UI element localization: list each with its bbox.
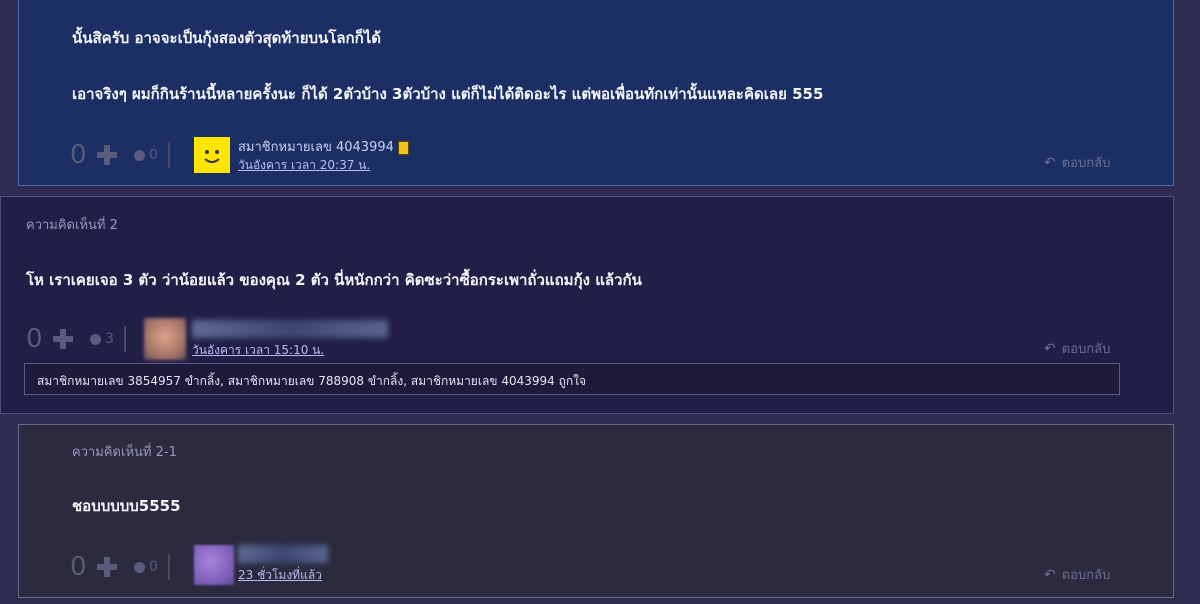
comment-2-1-panel	[18, 424, 1174, 598]
comment-number[interactable]: ความคิดเห็นที่ 2-1	[72, 441, 177, 462]
comment-date[interactable]: วันอังคาร เวลา 15:10 น.	[192, 341, 324, 360]
comment-number[interactable]: ความคิดเห็นที่ 2	[26, 214, 118, 235]
reply-arrow-icon: ↶	[1044, 566, 1056, 583]
reply-arrow-icon: ↶	[1044, 340, 1056, 357]
comment-date[interactable]: วันอังคาร เวลา 20:37 น.	[238, 156, 370, 175]
comment-2-1-text: ชอบบบบบ5555	[72, 497, 181, 515]
plus-icon[interactable]	[96, 144, 118, 166]
reply-label[interactable]: ตอบกลับ	[1062, 564, 1111, 585]
vote-area-2: 0 3	[26, 324, 126, 354]
reply-button[interactable]: ↶ ตอบกลับ	[1044, 338, 1110, 359]
avatar[interactable]	[144, 318, 186, 360]
reply-button[interactable]: ↶ ตอบกลับ	[1044, 564, 1110, 585]
author-name-text[interactable]: สมาชิกหมายเลข 4043994	[238, 140, 394, 155]
divider	[167, 142, 170, 168]
emotion-button[interactable]: 0	[134, 147, 158, 163]
blurred-author-name[interactable]	[238, 545, 328, 563]
divider	[123, 326, 126, 352]
divider	[167, 554, 170, 580]
emotion-count: 0	[149, 559, 158, 575]
avatar[interactable]	[194, 545, 234, 585]
comment-2-text: โห เราเคยเจอ 3 ตัว ว่าน้อยแล้ว ของคุณ 2 …	[26, 271, 642, 289]
author-name[interactable]: สมาชิกหมายเลข 4043994	[238, 136, 409, 157]
comment-date[interactable]: 23 ชั่วโมงที่แล้ว	[238, 566, 322, 585]
reply-label[interactable]: ตอบกลับ	[1062, 338, 1111, 359]
vote-count: 0	[26, 324, 43, 354]
vote-count: 0	[70, 140, 87, 170]
emotion-button[interactable]: 3	[90, 331, 114, 347]
emotion-button[interactable]: 0	[134, 559, 158, 575]
emotion-count: 0	[149, 147, 158, 163]
reaction-list[interactable]: สมาชิกหมายเลข 3854957 ขำกลิ้ง, สมาชิกหมา…	[24, 363, 1120, 395]
emotion-icon	[134, 561, 145, 573]
reply-arrow-icon: ↶	[1044, 154, 1056, 171]
comment-top-line2: เอาจริงๆ ผมก็กินร้านนี้หลายครั้งนะ ก็ได้…	[72, 85, 824, 103]
blurred-author-name[interactable]	[192, 320, 388, 338]
plus-icon[interactable]	[96, 556, 118, 578]
emotion-icon	[90, 333, 101, 345]
reply-button[interactable]: ↶ ตอบกลับ	[1044, 152, 1110, 173]
member-badge-icon	[397, 140, 409, 155]
emotion-count: 3	[105, 331, 114, 347]
reply-label[interactable]: ตอบกลับ	[1062, 152, 1111, 173]
vote-count: 0	[70, 552, 87, 582]
emotion-icon	[134, 149, 145, 161]
smiley-avatar[interactable]	[194, 137, 230, 173]
comment-top-line1: นั้นสิครับ อาจจะเป็นกุ้งสองตัวสุดท้ายบนโ…	[72, 29, 381, 47]
plus-icon[interactable]	[52, 328, 74, 350]
vote-area-top: 0 0	[70, 140, 170, 170]
vote-area-2-1: 0 0	[70, 552, 170, 582]
